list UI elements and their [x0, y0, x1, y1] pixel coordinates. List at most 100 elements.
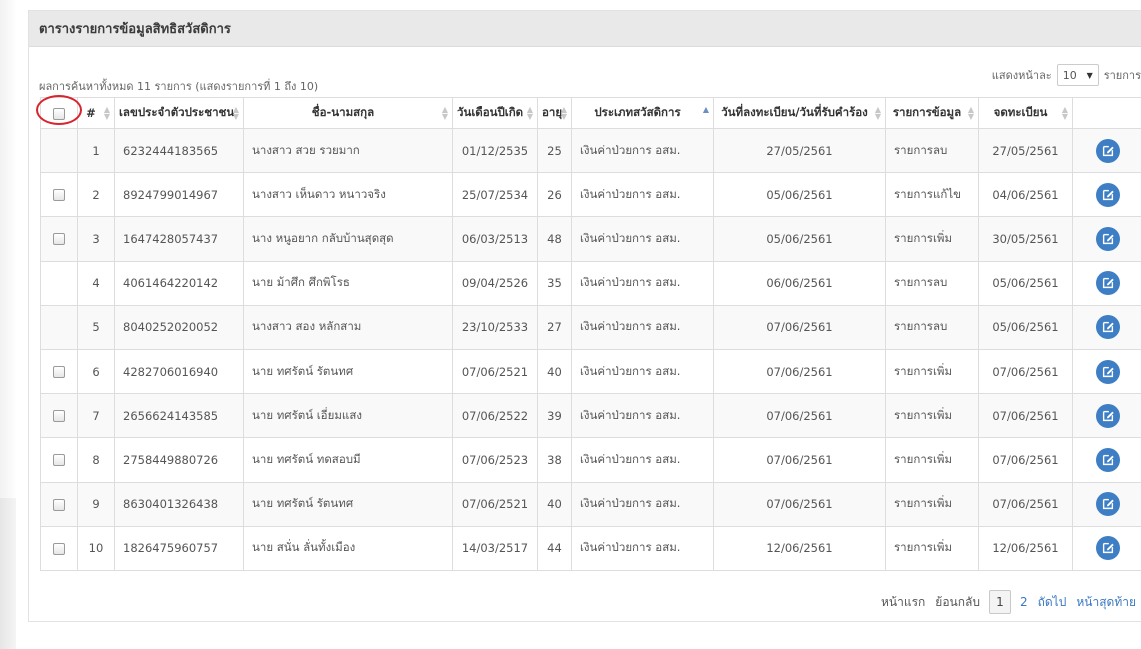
column-header-age[interactable]: อายุ ▲ ▼ — [537, 97, 572, 129]
page-length-select[interactable]: 10 ▼ — [1056, 64, 1099, 86]
row-select-cell — [40, 216, 78, 262]
cell-regdate: 05/06/2561 — [713, 172, 886, 218]
cell-item: รายการแก้ไข — [885, 172, 979, 218]
table-row: 2 8924799014967 นางสาว เห็นดาว หนาวจริง 25/… — [40, 172, 1141, 218]
column-header-recdate[interactable]: จดทะเบียน ▲ ▼ — [978, 97, 1073, 129]
sort-arrows-icon: ▲▼ — [526, 105, 533, 121]
cell-age: 27 — [537, 304, 572, 350]
table-body: 1 6232444183565 นางสาว สวย รวยมาก 01/12/253… — [40, 127, 1141, 571]
column-header-type[interactable]: ประเภทสวัสดิการ ▲▼ — [571, 97, 714, 129]
left-edge-notch — [0, 498, 16, 649]
cell-item: รายการเพิ่ม — [885, 437, 979, 483]
column-header-no[interactable]: # ▲ ▼ — [77, 97, 115, 129]
panel-heading: ตารางรายการข้อมูลสิทธิสวัสดิการ — [29, 11, 1141, 47]
column-header-regdate[interactable]: วันที่ลงทะเบียน/วันที่รับคำร้อง ▲ ▼ — [713, 97, 886, 129]
row-checkbox[interactable] — [53, 498, 65, 511]
cell-recdate: 30/05/2561 — [978, 216, 1073, 262]
cell-no: 6 — [77, 348, 115, 395]
edit-button[interactable] — [1095, 315, 1120, 340]
page-length-control: แสดงหน้าละ 10 ▼ รายการ — [992, 64, 1141, 86]
row-checkbox[interactable] — [53, 454, 65, 467]
sort-arrows-icon: ▲▼ — [103, 105, 110, 121]
table-row: 6 4282706016940 นาย ทศรัตน์ รัตนทศ 07/06/25… — [40, 348, 1141, 395]
column-header-label: ประเภทสวัสดิการ — [594, 105, 681, 119]
table-row: 8 2758449880726 นาย ทศรัตน์ ทดสอบมี 07/06/2… — [40, 437, 1141, 483]
cell-item: รายการลบ — [885, 127, 979, 174]
row-select-cell — [40, 393, 78, 439]
row-checkbox[interactable] — [53, 542, 65, 555]
table-row: 1 6232444183565 นางสาว สวย รวยมาก 01/12/253… — [40, 127, 1141, 174]
row-checkbox[interactable] — [53, 189, 65, 202]
cell-age: 40 — [537, 348, 572, 395]
cell-type: เงินค่าป่วยการ อสม. — [571, 216, 714, 262]
edit-button[interactable] — [1095, 492, 1120, 517]
cell-birth: 07/06/2521 — [452, 348, 538, 395]
column-header-item[interactable]: รายการข้อมูล ▲ ▼ — [885, 97, 979, 129]
cell-item: รายการลบ — [885, 304, 979, 350]
cell-type: เงินค่าป่วยการ อสม. — [571, 525, 714, 571]
cell-birth: 14/03/2517 — [452, 525, 538, 571]
cell-id: 8040252020052 — [114, 304, 244, 350]
column-header-label: รายการข้อมูล — [892, 105, 962, 119]
column-header-select[interactable] — [36, 95, 82, 129]
edit-button[interactable] — [1095, 226, 1120, 251]
pager-last[interactable]: หน้าสุดท้าย — [1071, 593, 1141, 612]
row-select-cell — [40, 172, 78, 218]
table-row: 4 4061464220142 นาย ม้าศึก ศึกพิโรธ 09/04/2… — [40, 260, 1141, 306]
cell-birth: 07/06/2523 — [452, 437, 538, 483]
column-header-birth[interactable]: วันเดือนปีเกิด ▲ ▼ — [452, 97, 538, 129]
pager-next[interactable]: ถัดไป — [1033, 593, 1072, 612]
sort-arrows-icon: ▲▼ — [702, 105, 709, 114]
edit-button[interactable] — [1095, 182, 1120, 207]
cell-recdate: 04/06/2561 — [978, 172, 1073, 218]
cell-age: 48 — [537, 216, 572, 262]
page-length-unit: รายการ — [1103, 69, 1141, 82]
edit-button[interactable] — [1095, 536, 1120, 561]
column-header-name[interactable]: ชื่อ-นามสกุล ▲ ▼ — [243, 97, 453, 129]
cell-name: นาย สนั่น ลั่นทั้งเมือง — [243, 525, 453, 571]
edit-button[interactable] — [1095, 138, 1120, 163]
cell-name: นาย ทศรัตน์ รัตนทศ — [243, 348, 453, 395]
edit-button[interactable] — [1095, 447, 1120, 472]
cell-no: 1 — [77, 127, 115, 174]
row-checkbox[interactable] — [53, 233, 65, 246]
cell-item: รายการเพิ่ม — [885, 393, 979, 439]
row-action-cell — [1072, 304, 1141, 350]
table-row: 10 1826475960757 นาย สนั่น ลั่นทั้งเมือง 14… — [40, 525, 1141, 571]
edit-pencil-icon — [1102, 189, 1114, 200]
row-action-cell — [1072, 127, 1141, 174]
cell-id: 1826475960757 — [114, 525, 244, 571]
row-select-cell — [40, 525, 78, 571]
pager-page-2[interactable]: 2 — [1015, 595, 1033, 609]
edit-pencil-icon — [1102, 233, 1114, 245]
cell-regdate: 07/06/2561 — [713, 348, 886, 395]
row-checkbox[interactable] — [53, 366, 65, 379]
welfare-panel: ตารางรายการข้อมูลสิทธิสวัสดิการ ผลการค้น… — [28, 10, 1141, 622]
cell-type: เงินค่าป่วยการ อสม. — [571, 304, 714, 350]
edit-button[interactable] — [1095, 359, 1120, 384]
cell-name: นาย ทศรัตน์ รัตนทศ — [243, 481, 453, 527]
edit-pencil-icon — [1102, 145, 1114, 156]
edit-pencil-icon — [1102, 454, 1114, 465]
edit-button[interactable] — [1095, 403, 1120, 428]
cell-type: เงินค่าป่วยการ อสม. — [571, 348, 714, 395]
cell-name: นาย ม้าศึก ศึกพิโรธ — [243, 260, 453, 306]
page-length-label: แสดงหน้าละ — [991, 69, 1052, 82]
table-row: 9 8630401326438 นาย ทศรัตน์ รัตนทศ 07/06/25… — [40, 481, 1141, 527]
edit-pencil-icon — [1102, 366, 1114, 377]
cell-regdate: 07/06/2561 — [713, 393, 886, 439]
column-header-action — [1072, 97, 1141, 129]
cell-id: 8630401326438 — [114, 481, 244, 527]
pager-prev[interactable]: ย้อนกลับ — [930, 593, 985, 612]
cell-type: เงินค่าป่วยการ อสม. — [571, 260, 714, 306]
row-select-cell — [40, 304, 78, 350]
cell-item: รายการเพิ่ม — [885, 525, 979, 571]
row-checkbox[interactable] — [53, 410, 65, 423]
edit-button[interactable] — [1095, 271, 1120, 296]
cell-no: 5 — [77, 304, 115, 350]
column-header-id[interactable]: เลขประจำตัวประชาชน ▲ ▼ — [114, 97, 244, 129]
sort-arrows-icon: ▲▼ — [232, 105, 239, 121]
cell-birth: 07/06/2522 — [452, 393, 538, 439]
pager-first[interactable]: หน้าแรก — [876, 593, 930, 612]
pager-page-1[interactable]: 1 — [988, 590, 1011, 614]
